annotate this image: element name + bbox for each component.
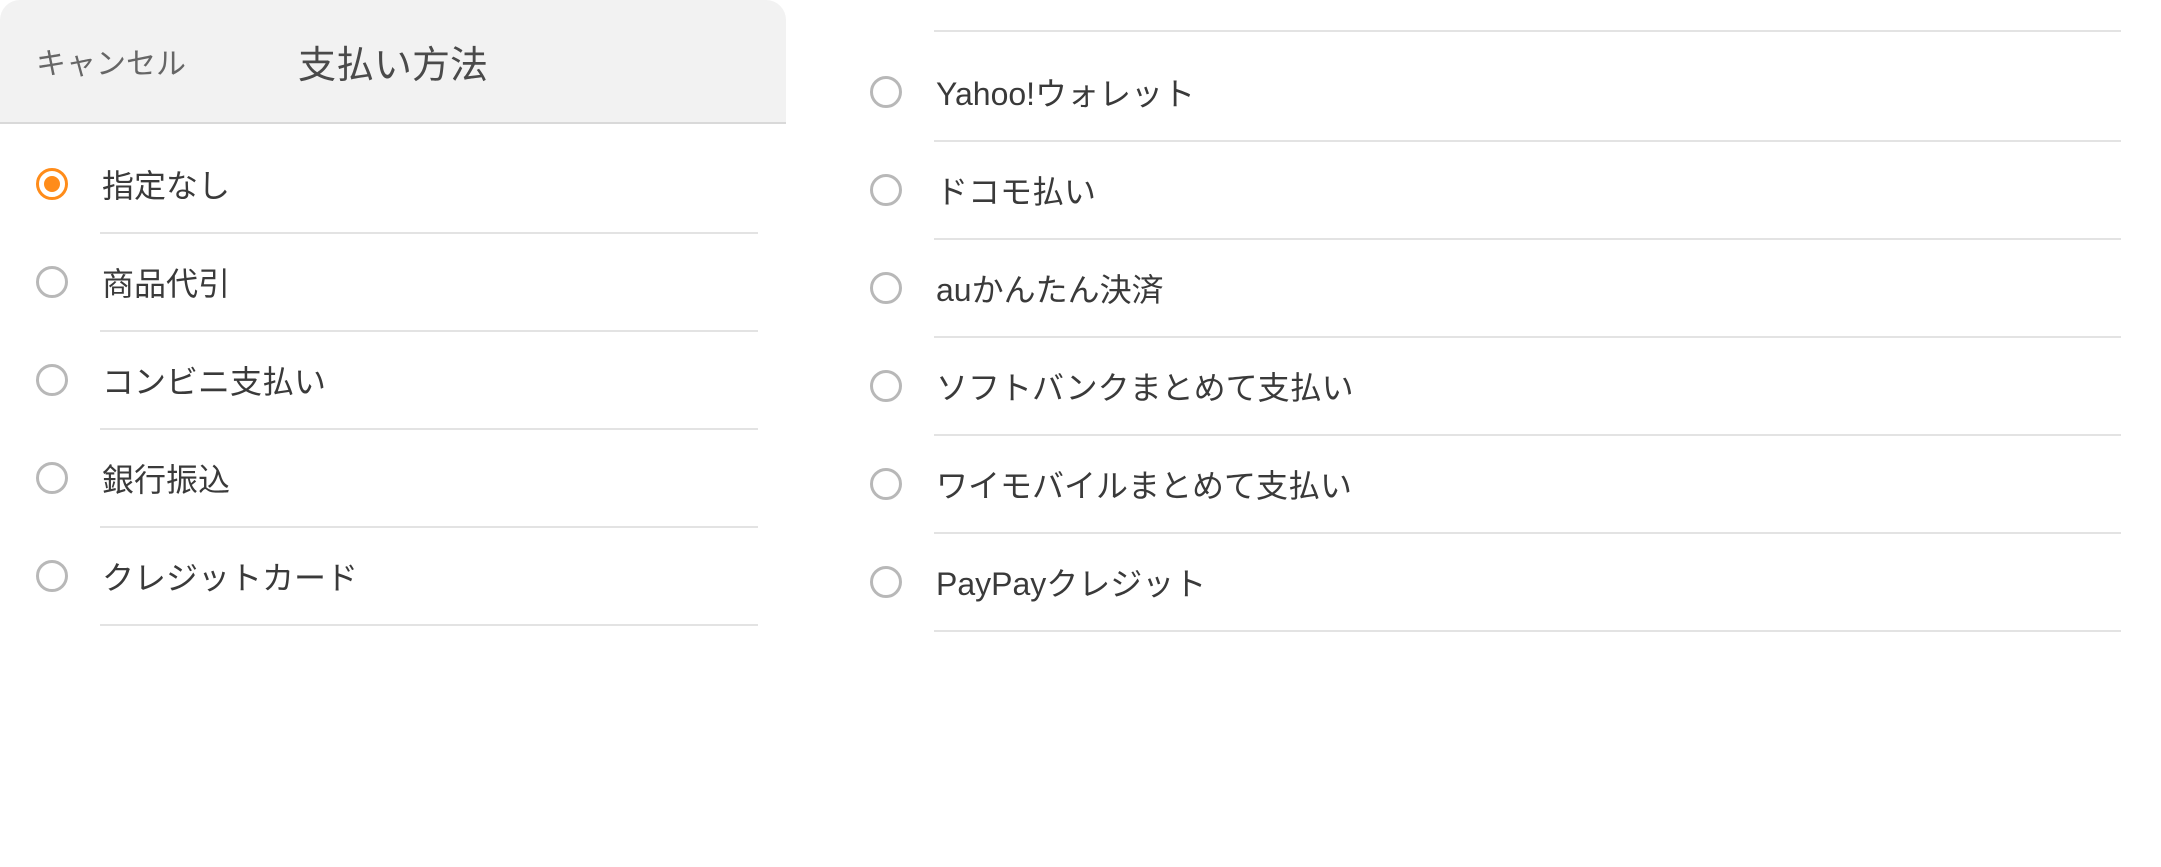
- payment-option-label: ドコモ払い: [936, 167, 1096, 213]
- payment-option-label: クレジットカード: [102, 553, 358, 599]
- payment-option-row[interactable]: 指定なし: [0, 136, 786, 232]
- radio-icon: [36, 266, 68, 298]
- payment-option-row[interactable]: ワイモバイルまとめて支払い: [786, 436, 2161, 532]
- payment-option-row[interactable]: ドコモ払い: [786, 142, 2161, 238]
- cancel-button[interactable]: キャンセル: [36, 39, 186, 83]
- payment-option-label: 銀行振込: [102, 455, 230, 501]
- radio-icon: [870, 468, 902, 500]
- payment-option-label: 商品代引: [102, 259, 230, 305]
- payment-option-label: auかんたん決済: [936, 265, 1164, 311]
- payment-options-right: Yahoo!ウォレットドコモ払い auかんたん決済ソフトバンクまとめて支払いワイモ…: [786, 32, 2161, 867]
- payment-options-left: 指定なし商品代引コンビニ支払い銀行振込クレジットカード: [0, 124, 786, 867]
- radio-icon: [36, 168, 68, 200]
- payment-option-row[interactable]: コンビニ支払い: [0, 332, 786, 428]
- payment-option-row[interactable]: Yahoo!ウォレット: [786, 44, 2161, 140]
- payment-option-row[interactable]: 銀行振込: [0, 430, 786, 526]
- radio-icon: [36, 364, 68, 396]
- radio-dot-icon: [44, 176, 60, 192]
- radio-icon: [870, 174, 902, 206]
- right-panel: Yahoo!ウォレットドコモ払い auかんたん決済ソフトバンクまとめて支払いワイモ…: [786, 0, 2161, 867]
- radio-icon: [36, 560, 68, 592]
- payment-option-row[interactable]: PayPayクレジット: [786, 534, 2161, 630]
- radio-icon: [870, 272, 902, 304]
- payment-option-label: ソフトバンクまとめて支払い: [936, 363, 1354, 409]
- modal-header: キャンセル 支払い方法: [0, 0, 786, 124]
- payment-option-label: 指定なし: [102, 161, 230, 207]
- payment-option-row[interactable]: 商品代引: [0, 234, 786, 330]
- payment-option-row[interactable]: クレジットカード: [0, 528, 786, 624]
- radio-icon: [870, 76, 902, 108]
- left-panel: キャンセル 支払い方法 指定なし商品代引コンビニ支払い銀行振込クレジットカード: [0, 0, 786, 867]
- payment-option-label: コンビニ支払い: [102, 357, 326, 403]
- radio-icon: [36, 462, 68, 494]
- divider: [786, 630, 2161, 632]
- payment-option-row[interactable]: ソフトバンクまとめて支払い: [786, 338, 2161, 434]
- radio-icon: [870, 566, 902, 598]
- payment-option-label: ワイモバイルまとめて支払い: [936, 461, 1352, 507]
- payment-option-label: PayPayクレジット: [936, 559, 1206, 605]
- radio-icon: [870, 370, 902, 402]
- payment-option-label: Yahoo!ウォレット: [936, 69, 1195, 115]
- payment-option-row[interactable]: auかんたん決済: [786, 240, 2161, 336]
- divider: [0, 624, 786, 626]
